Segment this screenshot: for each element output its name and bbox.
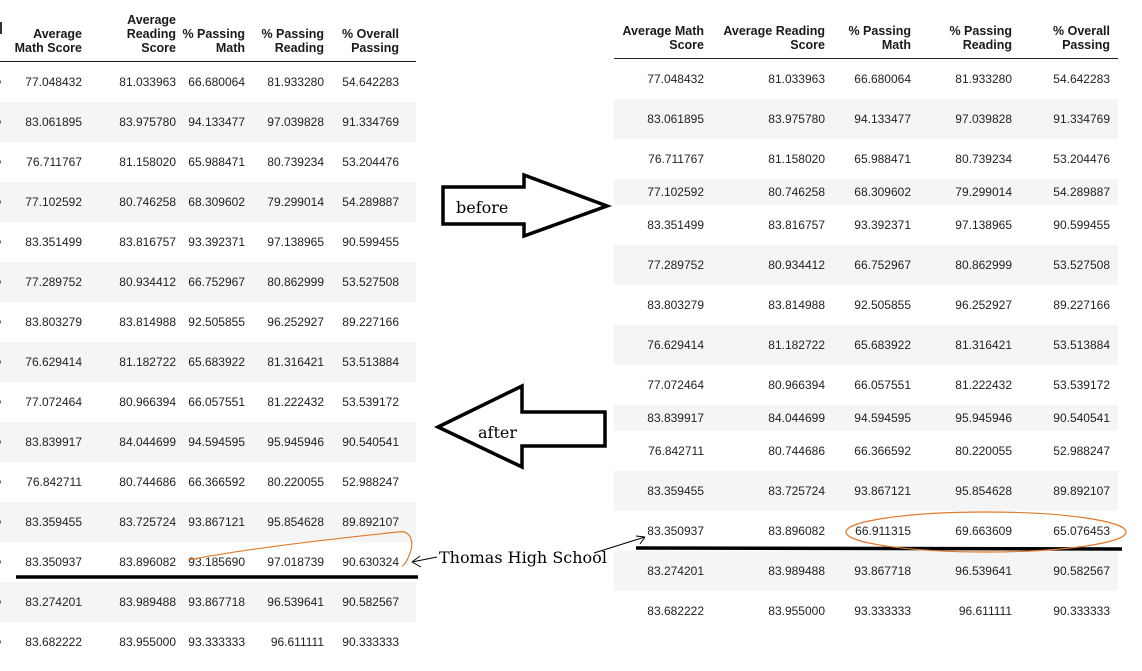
right-row-highlight [845, 511, 1127, 553]
after-arrow [433, 383, 607, 470]
right-row-underline [635, 546, 1123, 551]
after-label: after [478, 423, 518, 442]
school-annotation: Thomas High School [439, 548, 607, 567]
annotation-overlay [16, 172, 1127, 579]
before-label: before [456, 198, 509, 217]
left-pointer-arrow [411, 555, 438, 568]
left-row-highlight [187, 531, 413, 567]
